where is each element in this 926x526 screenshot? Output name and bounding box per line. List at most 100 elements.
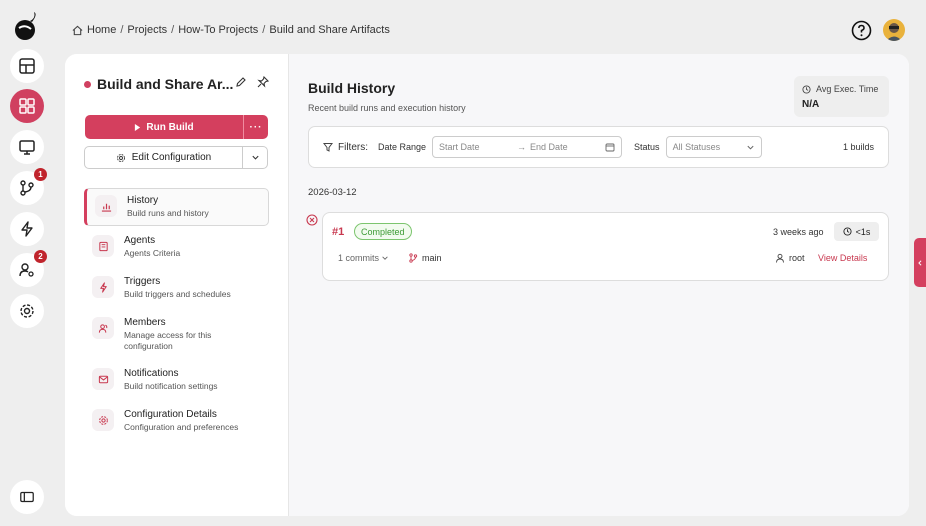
nav-item-agents[interactable]: Agents Agents Criteria xyxy=(84,229,269,267)
dashboard-nav-button[interactable] xyxy=(10,49,44,83)
layout-icon xyxy=(19,58,35,74)
clock-icon xyxy=(843,227,852,236)
chevron-down-icon xyxy=(251,155,259,160)
failed-status-icon xyxy=(306,214,318,226)
build-row[interactable]: #1 Completed 3 weeks ago <1s 1 commits m… xyxy=(322,212,889,281)
monitor-nav-button[interactable] xyxy=(10,130,44,164)
title-actions xyxy=(235,76,269,88)
chart-icon xyxy=(95,195,117,217)
merge-badge: 1 xyxy=(34,168,47,181)
edit-configuration-button[interactable]: Edit Configuration xyxy=(85,147,243,168)
breadcrumb-current: Build and Share Artifacts xyxy=(269,24,390,36)
build-duration-value: <1s xyxy=(855,226,871,237)
nav-item-members[interactable]: Members Manage access for this configurat… xyxy=(84,311,269,359)
nav-label: Members xyxy=(124,317,166,328)
breadcrumb-separator: / xyxy=(120,24,124,36)
nav-description: Configuration and preferences xyxy=(124,422,239,432)
run-more-button[interactable]: ··· xyxy=(244,122,268,133)
configuration-name: Build and Share Ar... xyxy=(97,76,234,92)
filter-icon xyxy=(323,143,333,152)
merge-requests-nav-button[interactable]: 1 xyxy=(10,168,47,205)
branch-name: main xyxy=(422,253,442,263)
date-group-header: 2026-03-12 xyxy=(308,187,357,198)
run-build-group: Run Build ··· xyxy=(85,115,268,139)
app-logo-icon[interactable] xyxy=(10,10,42,42)
gear-icon xyxy=(20,304,34,318)
view-details-link[interactable]: View Details xyxy=(818,253,867,263)
build-number[interactable]: #1 xyxy=(332,226,344,238)
status-badge: Completed xyxy=(354,223,412,240)
status-label: Status xyxy=(634,142,660,152)
commits-toggle[interactable]: 1 commits xyxy=(338,253,389,263)
gear-icon xyxy=(116,153,125,162)
clock-icon xyxy=(802,84,811,94)
nav-label: Configuration Details xyxy=(124,409,217,420)
build-duration: <1s xyxy=(834,222,879,241)
breadcrumb-separator: / xyxy=(262,24,266,36)
calendar-icon[interactable] xyxy=(605,142,615,152)
edit-configuration-group: Edit Configuration xyxy=(84,146,268,169)
drawer-toggle-button[interactable] xyxy=(914,238,926,287)
nav-description: Manage access for this configuration xyxy=(124,330,212,351)
avg-exec-time-label: Avg Exec. Time xyxy=(816,84,879,94)
user-avatar[interactable] xyxy=(883,19,905,41)
builds-count: 1 builds xyxy=(842,142,874,152)
mail-icon xyxy=(92,368,114,390)
nav-item-notifications[interactable]: Notifications Build notification settings xyxy=(84,362,269,400)
bolt-icon xyxy=(92,276,114,298)
breadcrumb-separator: / xyxy=(171,24,175,36)
avatar-icon xyxy=(886,23,902,41)
main-card: Build and Share Ar... Run Build ··· Edit… xyxy=(65,54,909,516)
run-build-button[interactable]: Run Build xyxy=(85,115,244,139)
range-arrow: → xyxy=(517,142,527,152)
pin-icon[interactable] xyxy=(257,76,269,88)
agent-icon xyxy=(92,235,114,257)
start-date-placeholder[interactable]: Start Date xyxy=(439,142,480,152)
merge-icon xyxy=(20,180,34,196)
breadcrumb-how-to-projects[interactable]: How-To Projects xyxy=(178,24,258,36)
home-icon[interactable] xyxy=(72,25,83,36)
end-date-placeholder[interactable]: End Date xyxy=(530,142,568,152)
play-icon xyxy=(135,123,141,131)
breadcrumb: Home / Projects / How-To Projects / Buil… xyxy=(72,24,390,36)
nav-description: Agents Criteria xyxy=(124,248,181,258)
build-time-ago: 3 weeks ago xyxy=(773,227,824,237)
grid-icon xyxy=(19,98,35,114)
build-history-section: Build History Recent build runs and exec… xyxy=(289,54,909,516)
sidebar-toggle-icon xyxy=(20,491,34,503)
user-name: root xyxy=(789,253,805,263)
edit-configuration-dropdown[interactable] xyxy=(243,147,267,168)
edit-icon[interactable] xyxy=(235,76,247,88)
breadcrumb-projects[interactable]: Projects xyxy=(127,24,167,36)
settings-nav-button[interactable] xyxy=(10,294,44,328)
nav-item-triggers[interactable]: Triggers Build triggers and schedules xyxy=(84,270,269,308)
automation-nav-button[interactable] xyxy=(10,212,44,246)
commits-count: 1 commits xyxy=(338,253,380,263)
date-range-input[interactable]: Start Date → End Date xyxy=(432,136,623,158)
breadcrumb-home[interactable]: Home xyxy=(87,24,116,36)
collapse-sidebar-button[interactable] xyxy=(10,480,44,514)
nav-label: Agents xyxy=(124,235,156,246)
nav-label: History xyxy=(127,195,159,206)
nav-item-configuration-details[interactable]: Configuration Details Configuration and p… xyxy=(84,403,269,441)
branch-icon xyxy=(409,253,418,263)
page-subtitle: Recent build runs and execution history xyxy=(308,103,466,113)
avg-exec-time-value: N/A xyxy=(802,99,820,110)
filters-bar: Filters: Date Range Start Date → End Dat… xyxy=(308,126,889,168)
chevron-down-icon xyxy=(382,256,388,260)
gear-icon xyxy=(92,409,114,431)
help-icon[interactable] xyxy=(851,20,872,41)
users-nav-button[interactable]: 2 xyxy=(10,250,47,287)
projects-nav-button[interactable] xyxy=(10,89,44,123)
status-select[interactable]: All Statuses xyxy=(665,136,762,158)
configuration-title: Build and Share Ar... xyxy=(84,76,233,92)
edit-configuration-label: Edit Configuration xyxy=(131,152,212,163)
bolt-icon xyxy=(21,221,33,237)
left-rail: 1 2 xyxy=(0,0,52,526)
nav-item-history[interactable]: History Build runs and history xyxy=(84,188,269,226)
status-dot xyxy=(84,80,91,88)
filters-label: Filters: xyxy=(338,141,368,153)
branch-info: main xyxy=(408,253,442,263)
date-range-label: Date Range xyxy=(378,142,427,152)
status-select-value: All Statuses xyxy=(672,142,721,152)
